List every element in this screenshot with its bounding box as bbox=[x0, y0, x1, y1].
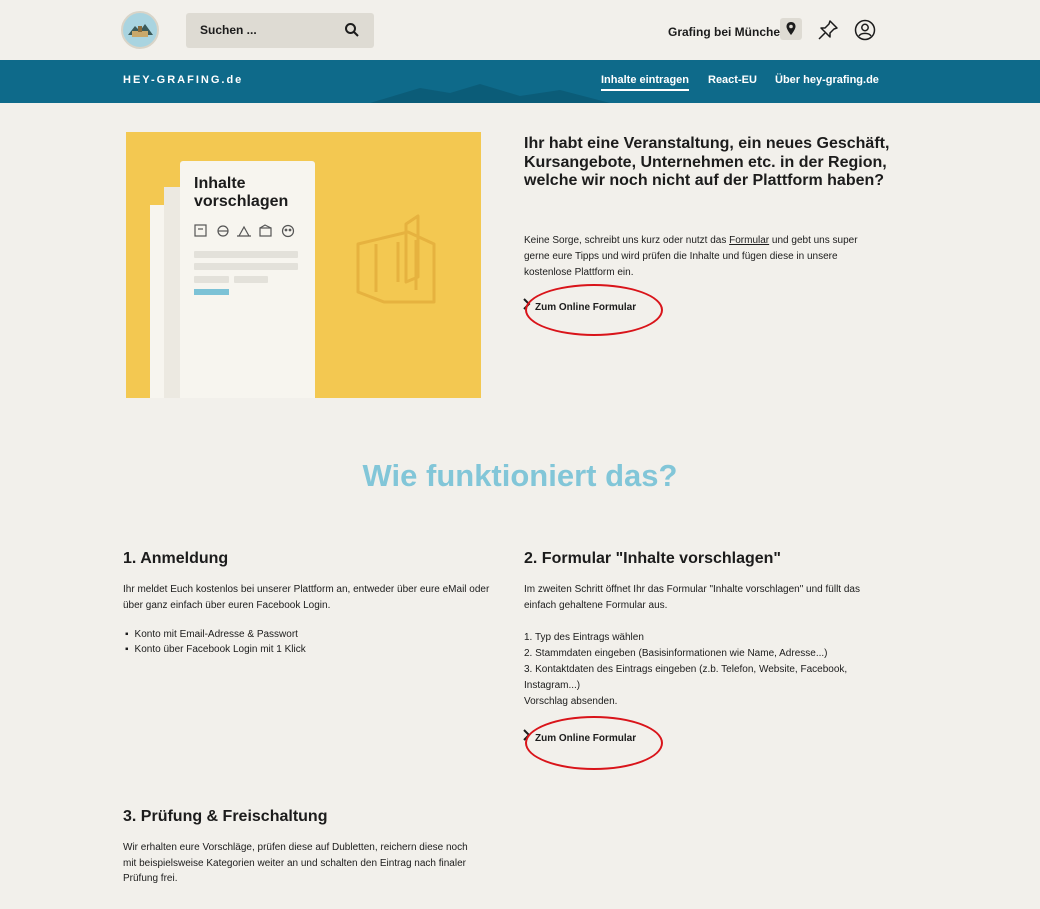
list-item: Vorschlag absenden. bbox=[524, 696, 618, 707]
site-logo[interactable] bbox=[121, 11, 159, 49]
list-item: Konto über Facebook Login mit 1 Klick bbox=[125, 642, 306, 657]
placeholder-line bbox=[194, 263, 298, 270]
placeholder-accent-line bbox=[194, 289, 229, 295]
card-title: Inhalte vorschlagen bbox=[194, 175, 289, 210]
search-input[interactable]: Suchen ... bbox=[200, 23, 257, 37]
step1-title: 1. Anmeldung bbox=[123, 550, 229, 567]
hero-title: Ihr habt eine Veranstaltung, ein neues G… bbox=[524, 135, 890, 189]
paper-sheet-front: Inhalte vorschlagen bbox=[180, 161, 315, 398]
main-nav: HEY-GRAFING.de Inhalte eintragen React-E… bbox=[0, 60, 1040, 103]
formular-link[interactable]: Formular bbox=[729, 235, 769, 246]
list-item: 2. Stammdaten eingeben (Basisinformation… bbox=[524, 648, 828, 659]
search-box[interactable]: Suchen ... bbox=[186, 13, 374, 48]
nav-item-ueber[interactable]: Über hey-grafing.de bbox=[775, 74, 879, 86]
step3-text: Wir erhalten eure Vorschläge, prüfen die… bbox=[123, 842, 468, 884]
brand-link[interactable]: HEY-GRAFING.de bbox=[123, 74, 243, 86]
step1-text: Ihr meldet Euch kostenlos bei unserer Pl… bbox=[123, 584, 490, 611]
list-item: 3. Kontaktdaten des Eintrags eingeben (z… bbox=[524, 664, 848, 691]
list-item: Konto mit Email-Adresse & Passwort bbox=[125, 627, 306, 642]
pushpin-icon[interactable] bbox=[816, 18, 840, 42]
annotation-circle bbox=[525, 716, 663, 770]
step1-bullets: Konto mit Email-Adresse & Passwort Konto… bbox=[125, 627, 306, 657]
placeholder-line bbox=[234, 276, 268, 283]
search-icon[interactable] bbox=[344, 22, 360, 38]
logo-emblem-icon bbox=[128, 24, 153, 37]
map-pin-icon bbox=[786, 22, 796, 35]
placeholder-line bbox=[194, 251, 298, 258]
category-icons bbox=[194, 224, 295, 238]
list-item: 1. Typ des Eintrags wählen bbox=[524, 632, 644, 643]
annotation-circle bbox=[525, 284, 663, 336]
top-bar: Suchen ... Grafing bei München bbox=[0, 0, 1040, 60]
hero-body: Keine Sorge, schreibt uns kurz oder nutz… bbox=[524, 235, 858, 278]
nav-item-inhalte-eintragen[interactable]: Inhalte eintragen bbox=[601, 74, 690, 91]
placeholder-line bbox=[194, 276, 229, 283]
step2-title: 2. Formular "Inhalte vorschlagen" bbox=[524, 550, 782, 567]
location-pin-button[interactable] bbox=[780, 18, 802, 40]
step2-list: 1. Typ des Eintrags wählen 2. Stammdaten… bbox=[524, 630, 894, 710]
how-it-works-heading: Wie funktioniert das? bbox=[362, 458, 678, 493]
step3-title: 3. Prüfung & Freischaltung bbox=[123, 808, 328, 825]
user-account-icon[interactable] bbox=[853, 18, 877, 42]
location-label[interactable]: Grafing bei München bbox=[668, 25, 787, 39]
nav-item-react-eu[interactable]: React-EU bbox=[708, 74, 757, 86]
step2-text: Im zweiten Schritt öffnet Ihr das Formul… bbox=[524, 584, 860, 611]
page: Suchen ... Grafing bei München HEY-GRAFI… bbox=[0, 0, 1040, 909]
